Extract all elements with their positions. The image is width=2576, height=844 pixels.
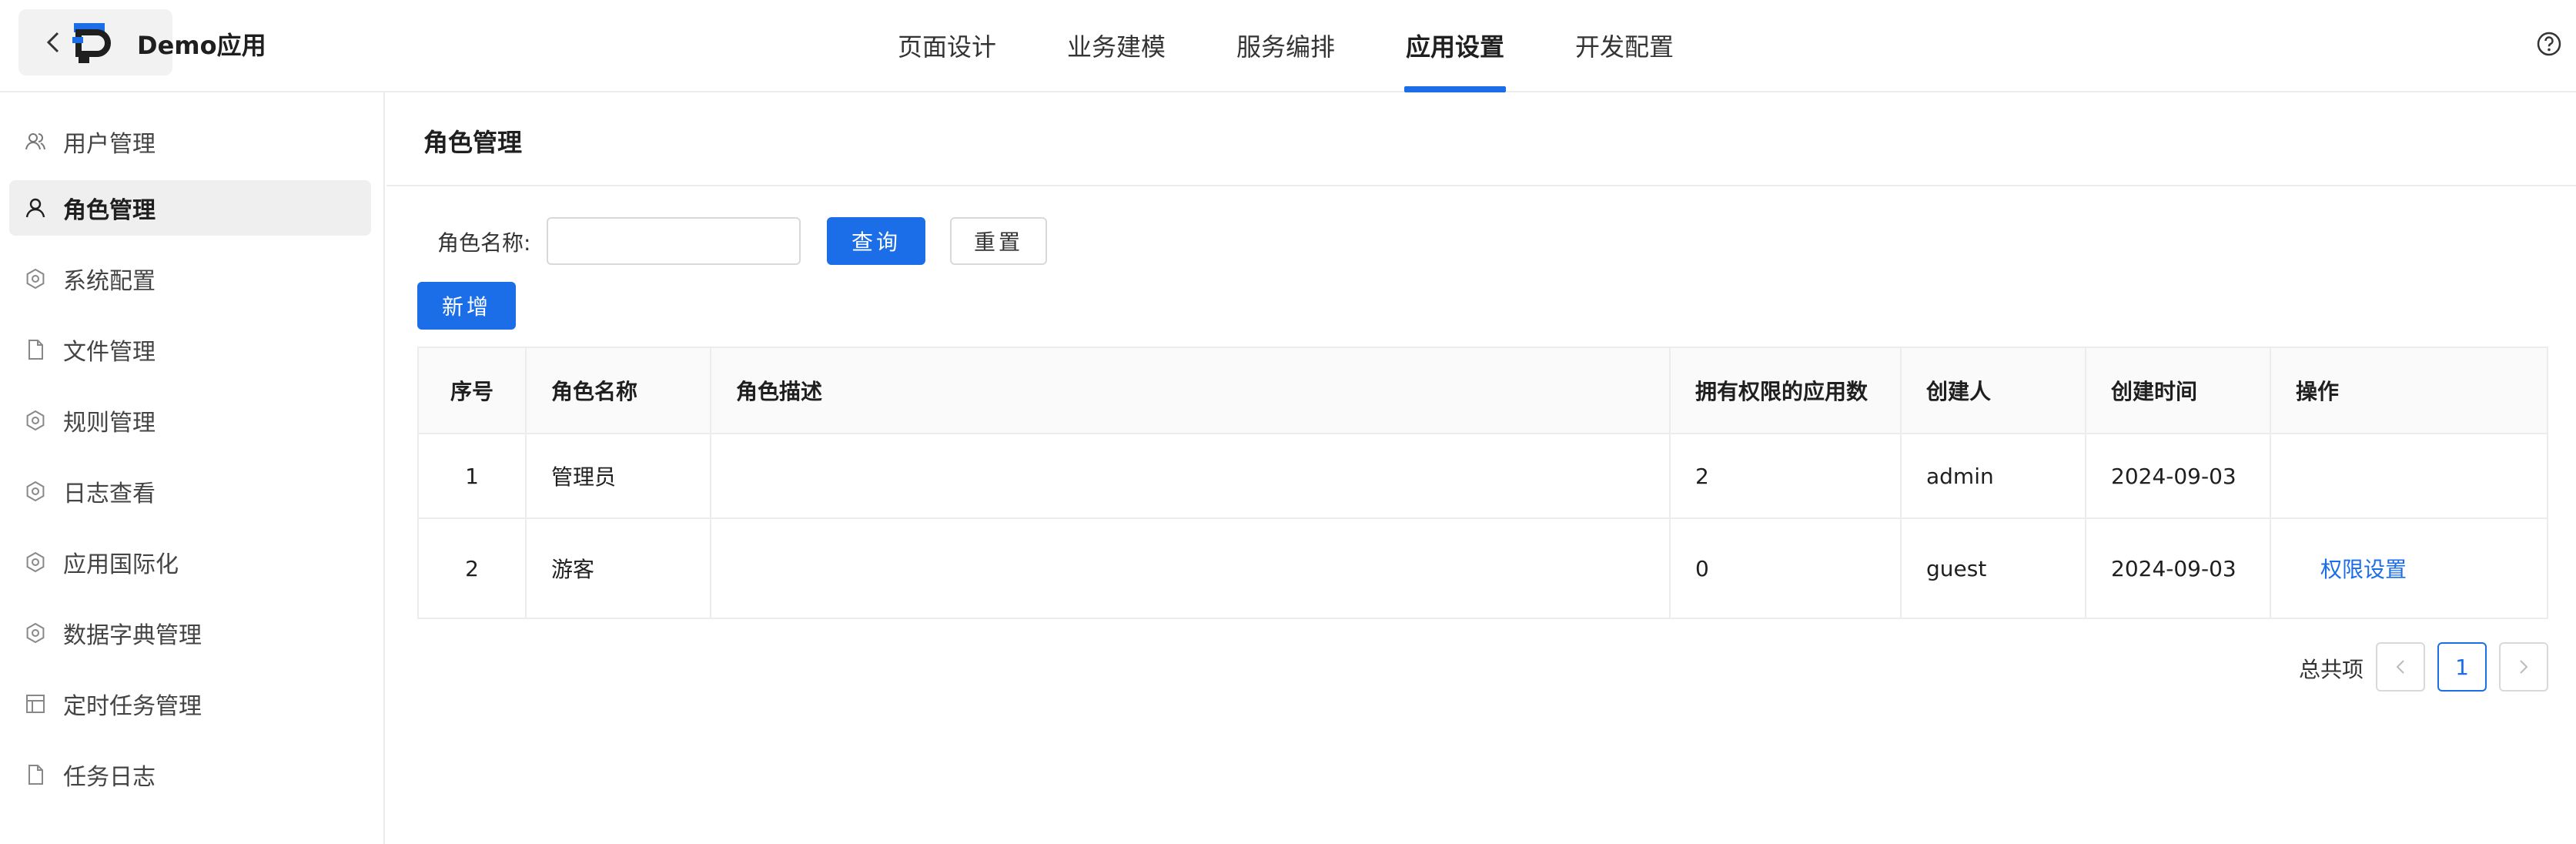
cell-index: 2 xyxy=(419,519,527,618)
sidebar-item-task-log[interactable]: 任务日志 xyxy=(9,747,371,802)
cell-role-name: 管理员 xyxy=(527,434,711,517)
table-header: 序号 角色名称 角色描述 拥有权限的应用数 创建人 创建时间 操作 xyxy=(419,348,2547,434)
sidebar-item-label: 规则管理 xyxy=(63,410,156,437)
sidebar-item-role-management[interactable]: 角色管理 xyxy=(9,180,371,236)
top-header: Demo应用 页面设计 业务建模 服务编排 应用设置 开发配置 xyxy=(0,0,2576,92)
sidebar-item-user-management[interactable]: 用户管理 xyxy=(9,114,371,169)
query-button[interactable]: 查询 xyxy=(827,217,925,265)
tab-dev-config[interactable]: 开发配置 xyxy=(1575,28,1674,63)
gear-icon xyxy=(26,410,45,431)
pagination-page-1[interactable]: 1 xyxy=(2437,642,2487,692)
chevron-left-icon xyxy=(46,32,59,53)
column-header-actions: 操作 xyxy=(2296,379,2340,404)
help-icon[interactable] xyxy=(2536,31,2562,57)
table-row: 1 管理员 2 admin 2024-09-03 xyxy=(419,434,2547,519)
cell-index: 1 xyxy=(419,434,527,517)
column-header-index: 序号 xyxy=(419,348,527,433)
sidebar-item-label: 定时任务管理 xyxy=(63,693,202,720)
tab-app-settings[interactable]: 应用设置 xyxy=(1406,28,1504,63)
sidebar-item-scheduled-tasks[interactable]: 定时任务管理 xyxy=(9,676,371,732)
cell-actions: 权限设置 xyxy=(2271,519,2547,618)
cell-created-time: 2024-09-03 xyxy=(2086,519,2271,618)
column-header-app-count: 拥有权限的应用数 xyxy=(1671,348,1902,433)
reset-button[interactable]: 重置 xyxy=(950,217,1047,265)
sidebar-item-label: 文件管理 xyxy=(63,339,156,366)
cell-creator: guest xyxy=(1902,519,2086,618)
cell-role-desc xyxy=(711,519,1671,618)
user-icon xyxy=(25,198,45,218)
sidebar-item-label: 角色管理 xyxy=(63,197,156,224)
chevron-right-icon xyxy=(2520,660,2528,674)
pagination-prev-button[interactable] xyxy=(2376,642,2425,692)
column-header-created-time: 创建时间 xyxy=(2086,348,2271,433)
sidebar: 用户管理 角色管理 系统配置 文件管理 规则管理 日志查看 应用国际化 数据字典… xyxy=(0,92,385,844)
column-header-role-desc: 角色描述 xyxy=(711,348,1671,433)
file-icon xyxy=(28,340,43,360)
file-icon xyxy=(28,765,43,785)
sidebar-item-rule-management[interactable]: 规则管理 xyxy=(9,393,371,448)
cell-role-name: 游客 xyxy=(527,519,711,618)
cell-created-time: 2024-09-03 xyxy=(2086,434,2271,517)
gear-icon xyxy=(26,551,45,573)
sidebar-item-label: 应用国际化 xyxy=(63,551,179,578)
active-tab-indicator xyxy=(1404,86,1506,92)
pagination-next-button[interactable] xyxy=(2499,642,2548,692)
app-title: Demo应用 xyxy=(137,31,266,60)
add-button[interactable]: 新增 xyxy=(417,282,516,330)
sidebar-item-label: 用户管理 xyxy=(63,131,156,158)
page-title: 角色管理 xyxy=(423,128,523,157)
sidebar-item-file-management[interactable]: 文件管理 xyxy=(9,322,371,377)
role-table: 序号 角色名称 角色描述 拥有权限的应用数 创建人 创建时间 操作 1 管理员 … xyxy=(417,347,2548,619)
cell-app-count: 2 xyxy=(1671,434,1902,517)
sidebar-item-label: 数据字典管理 xyxy=(63,622,202,649)
cell-actions xyxy=(2271,434,2547,517)
column-header-role-name: 角色名称 xyxy=(527,348,711,433)
users-icon xyxy=(25,133,45,150)
permission-settings-link[interactable]: 权限设置 xyxy=(2320,553,2407,584)
sidebar-item-data-dictionary[interactable]: 数据字典管理 xyxy=(9,605,371,661)
tab-service-orchestration[interactable]: 服务编排 xyxy=(1236,28,1335,63)
sidebar-item-system-config[interactable]: 系统配置 xyxy=(9,251,371,306)
title-divider xyxy=(386,185,2576,186)
sidebar-item-label: 任务日志 xyxy=(63,764,156,791)
cell-app-count: 0 xyxy=(1671,519,1902,618)
app-logo xyxy=(72,23,111,63)
role-name-input[interactable] xyxy=(547,217,801,265)
sidebar-item-label: 系统配置 xyxy=(63,268,156,295)
table-row: 2 游客 0 guest 2024-09-03 权限设置 xyxy=(419,519,2547,618)
tab-page-design[interactable]: 页面设计 xyxy=(898,28,996,63)
gear-icon xyxy=(26,622,45,644)
column-header-creator: 创建人 xyxy=(1902,348,2086,433)
cell-creator: admin xyxy=(1902,434,2086,517)
sidebar-item-i18n[interactable]: 应用国际化 xyxy=(9,534,371,590)
tab-business-modeling[interactable]: 业务建模 xyxy=(1067,28,1166,63)
chevron-left-icon xyxy=(2396,660,2404,674)
cell-role-desc xyxy=(711,434,1671,517)
layout-icon xyxy=(26,695,45,713)
pagination-total: 总共项 xyxy=(2299,657,2364,682)
gear-icon xyxy=(26,481,45,502)
sidebar-item-log-view[interactable]: 日志查看 xyxy=(9,464,371,519)
back-button[interactable] xyxy=(34,23,72,62)
sidebar-item-label: 日志查看 xyxy=(63,481,156,507)
role-name-label: 角色名称: xyxy=(437,230,531,256)
gear-icon xyxy=(26,268,45,290)
